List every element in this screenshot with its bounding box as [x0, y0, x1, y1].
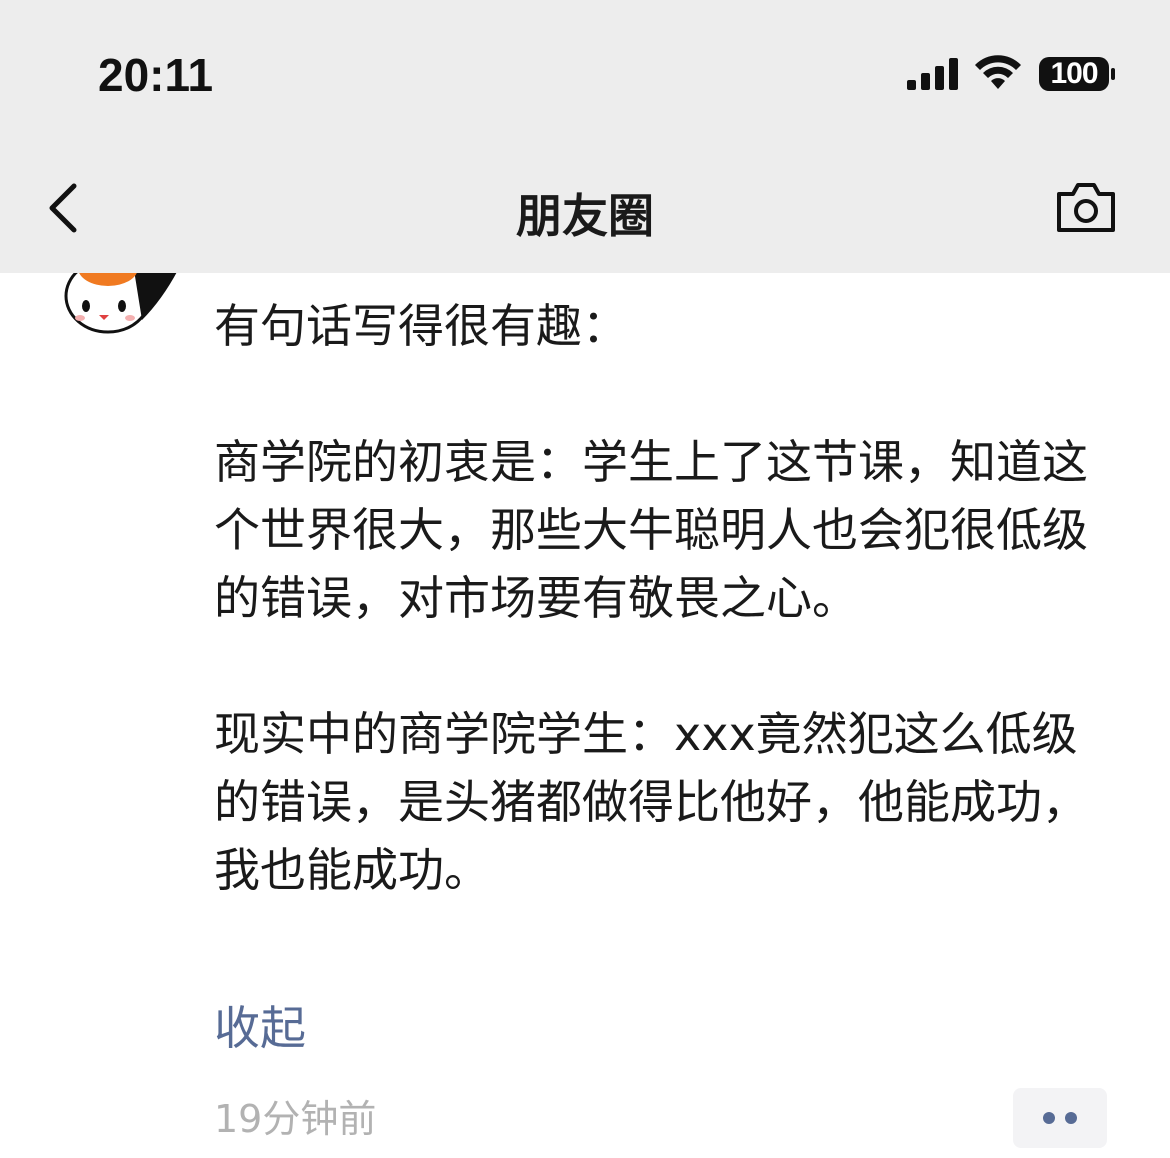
post-timestamp: 19分钟前 [214, 1097, 377, 1141]
post-paragraph: 有句话写得很有趣： [214, 299, 628, 353]
signal-icon [907, 58, 958, 90]
collapse-link[interactable]: 收起 [214, 996, 306, 1060]
battery-level: 100 [1050, 57, 1098, 90]
post-content: 有句话写得很有趣： 商学院的初衷是：学生上了这节课，知道这个世界很大，那些大牛聪… [214, 292, 1114, 904]
top-bar: 20:11 100 朋友圈 [0, 0, 1170, 273]
moments-screen: 20:11 100 朋友圈 有句话写得很有趣： 商学院的初衷是：学生上了这节课，… [0, 0, 1170, 1158]
page-title: 朋友圈 [516, 189, 654, 243]
post-paragraph: 现实中的商学院学生：xxx竟然犯这么低级的错误，是头猪都做得比他好，他能成功，我… [214, 707, 1088, 897]
more-dots-icon [1043, 1112, 1055, 1124]
more-actions-button[interactable] [1013, 1088, 1107, 1148]
more-dots-icon [1065, 1112, 1077, 1124]
status-time: 20:11 [98, 49, 214, 101]
wifi-icon [975, 55, 1021, 89]
camera-button[interactable] [1054, 180, 1118, 236]
post-paragraph: 商学院的初衷是：学生上了这节课，知道这个世界很大，那些大牛聪明人也会犯很低级的错… [214, 435, 1088, 625]
